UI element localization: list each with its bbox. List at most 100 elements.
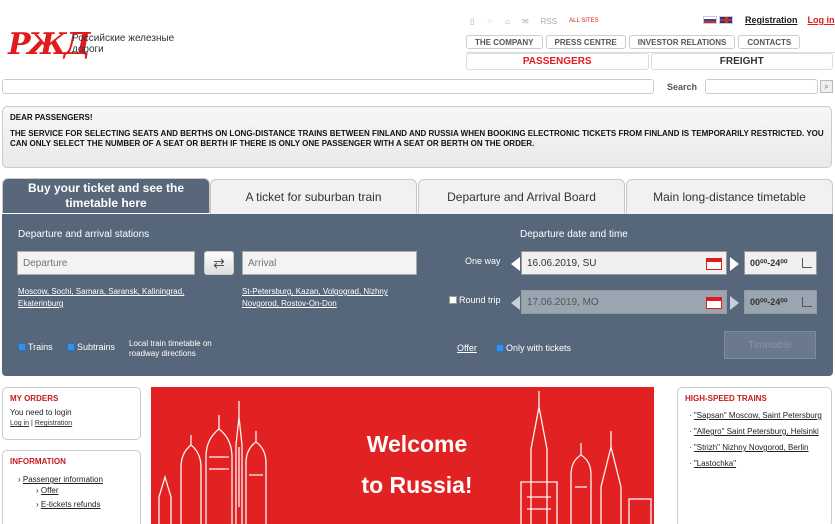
only-with-tickets-checkbox[interactable] xyxy=(496,344,504,352)
offer-link[interactable]: Offer xyxy=(457,343,477,353)
high-speed-list: · "Sapsan" Moscow, Saint Petersburg · "A… xyxy=(685,411,824,469)
one-way-label[interactable]: One way xyxy=(465,256,501,266)
list-item: · "Strizh" Nizhny Novgorod, Berlin xyxy=(689,443,809,452)
nav-contacts[interactable]: CONTACTS xyxy=(738,35,801,49)
prev-date-icon[interactable] xyxy=(511,257,520,271)
passenger-information-link[interactable]: Passenger information xyxy=(23,475,103,484)
round-trip-date: 17.06.2019, MO xyxy=(527,296,599,308)
list-item: › Offer xyxy=(36,486,59,495)
arrival-input[interactable] xyxy=(242,251,417,275)
booking-tabs: Buy your ticket and see the timetable he… xyxy=(2,178,833,214)
trains-checkbox[interactable] xyxy=(18,343,26,351)
registration-link[interactable]: Registration xyxy=(745,15,798,25)
passenger-notice: DEAR PASSENGERS! THE SERVICE FOR SELECTI… xyxy=(2,106,832,168)
tab-long-distance-timetable[interactable]: Main long-distance timetable xyxy=(626,179,833,214)
only-with-tickets-filter[interactable]: Only with tickets xyxy=(496,343,571,353)
login-required-text: You need to login xyxy=(10,408,72,417)
orders-login-link[interactable]: Log in xyxy=(10,420,29,427)
my-orders-box: MY ORDERS You need to login Log in | Reg… xyxy=(2,387,141,440)
section-nav: PASSENGERS FREIGHT xyxy=(466,52,835,70)
sitemap-icon[interactable]: ⁘ xyxy=(486,17,493,26)
list-item: › E-tickets refunds xyxy=(36,500,101,509)
e-tickets-refunds-link[interactable]: E-tickets refunds xyxy=(41,500,101,509)
next-date-icon[interactable] xyxy=(730,257,739,271)
list-item: › Passenger information xyxy=(18,475,103,484)
login-link[interactable]: Log in xyxy=(808,15,835,25)
information-title: INFORMATION xyxy=(10,457,66,466)
round-trip-toggle[interactable]: Round trip xyxy=(449,295,501,305)
subtrains-checkbox[interactable] xyxy=(67,343,75,351)
rss-icon[interactable]: RSS xyxy=(541,17,557,26)
banner-welcome: Welcome xyxy=(366,431,468,457)
date-label: Departure date and time xyxy=(520,229,628,240)
orders-auth-links: Log in | Registration xyxy=(10,418,133,429)
nav-the-company[interactable]: THE COMPANY xyxy=(466,35,543,49)
allegro-link[interactable]: "Allegro" Saint Petersburg, Helsinki xyxy=(694,427,819,436)
list-item: · "Lastochka" xyxy=(689,459,737,468)
list-item: · "Allegro" Saint Petersburg, Helsinki xyxy=(689,427,819,436)
trains-filter[interactable]: Trains xyxy=(18,342,53,352)
home-icon[interactable]: ⌂ xyxy=(505,17,510,26)
next-return-date-icon[interactable] xyxy=(730,296,739,310)
sapsan-link[interactable]: "Sapsan" Moscow, Saint Petersburg xyxy=(694,411,822,420)
welcome-banner[interactable]: Welcome to Russia! xyxy=(151,387,654,524)
link-separator: | xyxy=(31,420,33,427)
search-input[interactable] xyxy=(705,79,818,94)
tab-suburban[interactable]: A ticket for suburban train xyxy=(210,179,417,214)
local-timetable-link[interactable]: Local train timetable on roadway directi… xyxy=(129,339,229,359)
orders-registration-link[interactable]: Registration xyxy=(35,420,72,427)
mail-icon[interactable]: ✉ xyxy=(522,17,529,26)
timetable-button[interactable]: Timetable xyxy=(724,331,816,359)
uk-flag-icon[interactable] xyxy=(719,16,733,24)
round-trip-date-field[interactable]: 17.06.2019, MO xyxy=(521,290,727,314)
logo-text: Российские железные дороги xyxy=(72,33,175,55)
high-speed-title: HIGH-SPEED TRAINS xyxy=(685,394,767,403)
departure-quick-links[interactable]: Moscow, Sochi, Samara, Saransk, Kalining… xyxy=(18,286,188,310)
return-calendar-icon[interactable] xyxy=(706,297,722,309)
one-way-date: 16.06.2019, SU xyxy=(527,257,597,269)
one-way-date-field[interactable]: 16.06.2019, SU xyxy=(521,251,727,275)
time-range-field-1[interactable]: 00⁰⁰-24⁰⁰ xyxy=(744,251,817,275)
language-switcher xyxy=(703,16,733,24)
tab-buy-ticket[interactable]: Buy your ticket and see the timetable he… xyxy=(2,178,210,213)
main-nav: THE COMPANY PRESS CENTRE INVESTOR RELATI… xyxy=(466,35,801,49)
nav-press-centre[interactable]: PRESS CENTRE xyxy=(545,35,626,49)
clock-icon xyxy=(802,258,812,268)
section-freight[interactable]: FREIGHT xyxy=(650,53,833,70)
high-speed-trains-box: HIGH-SPEED TRAINS · "Sapsan" Moscow, Sai… xyxy=(677,387,832,524)
information-box: INFORMATION › Passenger information › Of… xyxy=(2,450,141,524)
prev-return-date-icon[interactable] xyxy=(511,296,520,310)
offer-info-link[interactable]: Offer xyxy=(41,486,59,495)
breadcrumb-bar xyxy=(2,79,654,94)
subtrains-label: Subtrains xyxy=(77,342,116,352)
search-icon[interactable]: ⌕ xyxy=(820,80,833,93)
departure-input[interactable] xyxy=(17,251,195,275)
trains-label: Trains xyxy=(28,342,53,352)
time-range-field-2[interactable]: 00⁰⁰-24⁰⁰ xyxy=(744,290,817,314)
notice-title: DEAR PASSENGERS! xyxy=(10,113,93,122)
list-item: · "Sapsan" Moscow, Saint Petersburg xyxy=(689,411,822,420)
swap-stations-icon[interactable]: ⇄ xyxy=(204,251,234,275)
phone-icon[interactable]: ▯ xyxy=(470,17,474,26)
my-orders-title: MY ORDERS xyxy=(10,394,59,403)
round-trip-checkbox[interactable] xyxy=(449,296,457,304)
lastochka-link[interactable]: "Lastochka" xyxy=(694,459,736,468)
auth-links: Registration Log in xyxy=(745,15,835,25)
all-sites-link[interactable]: ALL SITES xyxy=(569,18,598,24)
rzd-logo[interactable]: РЖД Российские железные дороги xyxy=(8,30,188,60)
only-with-tickets-label: Only with tickets xyxy=(506,343,572,353)
round-trip-label: Round trip xyxy=(459,295,501,305)
section-passengers[interactable]: PASSENGERS xyxy=(466,53,649,70)
arrival-quick-links[interactable]: St-Petersburg, Kazan, Volgograd, Nizhny … xyxy=(242,286,417,310)
stations-label: Departure and arrival stations xyxy=(18,229,150,240)
subtrains-filter[interactable]: Subtrains xyxy=(67,342,115,352)
return-clock-icon xyxy=(802,297,812,307)
search-label: Search xyxy=(667,82,698,92)
banner-to-russia: to Russia! xyxy=(361,472,473,498)
nav-investor-relations[interactable]: INVESTOR RELATIONS xyxy=(628,35,736,49)
tab-departure-board[interactable]: Departure and Arrival Board xyxy=(418,179,625,214)
calendar-icon[interactable] xyxy=(706,258,722,270)
search-row: Search ⌕ xyxy=(0,79,835,94)
strizh-link[interactable]: "Strizh" Nizhny Novgorod, Berlin xyxy=(694,443,809,452)
russian-flag-icon[interactable] xyxy=(703,16,717,24)
